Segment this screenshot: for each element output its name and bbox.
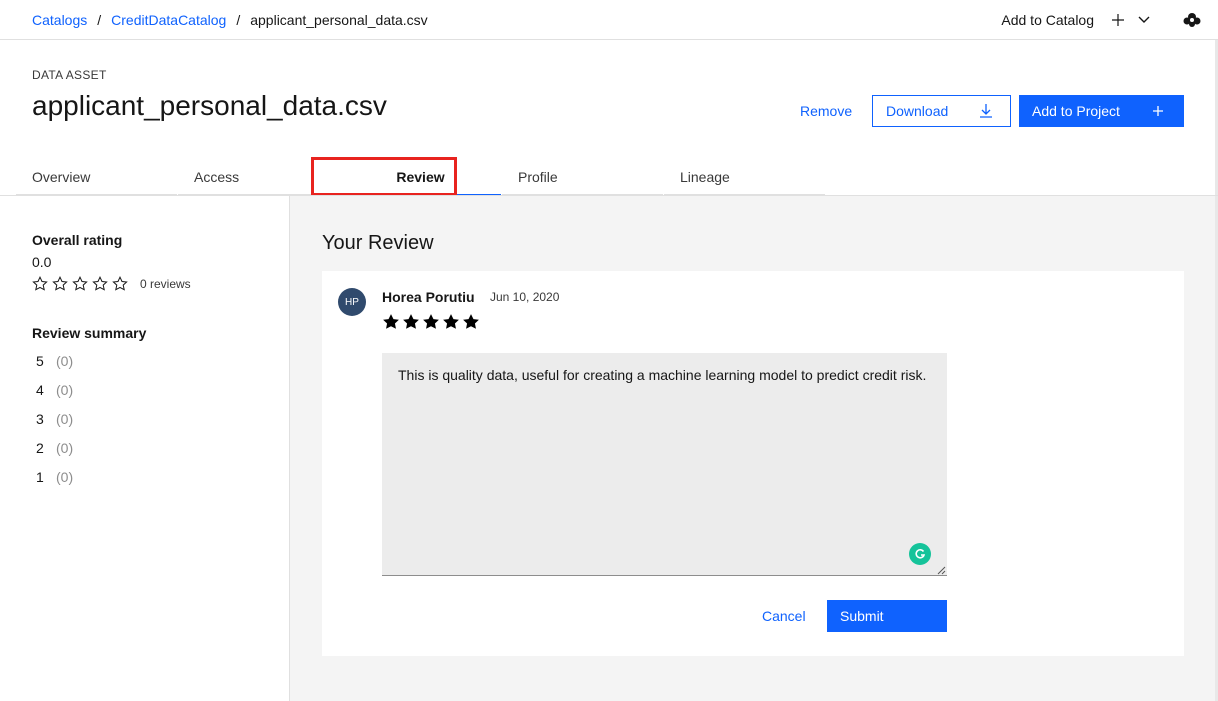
review-star-rating[interactable] — [382, 313, 482, 331]
add-to-project-label: Add to Project — [1032, 103, 1120, 119]
remove-button[interactable]: Remove — [800, 103, 852, 119]
breadcrumb-catalogs[interactable]: Catalogs — [32, 12, 87, 28]
summary-stars: 2 — [36, 440, 44, 456]
download-button-label: Download — [886, 103, 949, 119]
breadcrumb-current: applicant_personal_data.csv — [250, 12, 428, 28]
review-summary-label: Review summary — [32, 325, 147, 341]
download-icon — [980, 104, 992, 118]
summary-row: 3 (0) — [36, 411, 73, 427]
star-outline-icon — [92, 276, 108, 291]
grammarly-icon[interactable] — [909, 543, 931, 565]
star-outline-icon — [32, 276, 48, 291]
review-card: HP Horea Porutiu Jun 10, 2020 This is qu… — [322, 271, 1184, 656]
tab-access[interactable]: Access — [178, 160, 339, 196]
star-outline-icon — [112, 276, 128, 291]
asset-type-label: DATA ASSET — [32, 68, 107, 82]
tab-lineage[interactable]: Lineage — [664, 160, 825, 196]
summary-row: 5 (0) — [36, 353, 73, 369]
plus-icon — [1153, 106, 1163, 116]
breadcrumb: Catalogs / CreditDataCatalog / applicant… — [32, 12, 428, 28]
submit-button[interactable]: Submit — [827, 600, 947, 632]
page-title: applicant_personal_data.csv — [32, 90, 387, 121]
resize-handle-icon[interactable] — [937, 566, 946, 575]
overall-rating-value: 0.0 — [32, 254, 52, 270]
star-outline-icon — [72, 276, 88, 291]
star-filled-icon[interactable] — [462, 313, 480, 331]
rating-sidebar: Overall rating 0.0 0 reviews Review summ… — [0, 196, 290, 701]
cancel-button[interactable]: Cancel — [762, 608, 806, 624]
summary-stars: 4 — [36, 382, 44, 398]
breadcrumb-credit-data-catalog[interactable]: CreditDataCatalog — [111, 12, 226, 28]
chevron-down-icon[interactable] — [1134, 10, 1154, 30]
plus-icon[interactable] — [1108, 10, 1128, 30]
add-to-project-button[interactable]: Add to Project — [1019, 95, 1184, 127]
summary-row: 4 (0) — [36, 382, 73, 398]
add-to-catalog-label[interactable]: Add to Catalog — [1001, 12, 1094, 28]
tab-bar: Overview Access Review Profile Lineage — [16, 160, 826, 196]
summary-count: (0) — [56, 382, 74, 398]
summary-row: 1 (0) — [36, 469, 73, 485]
tab-review[interactable]: Review — [340, 160, 501, 196]
tab-overview[interactable]: Overview — [16, 160, 177, 196]
summary-row: 2 (0) — [36, 440, 73, 456]
summary-stars: 5 — [36, 353, 44, 369]
your-review-heading: Your Review — [322, 232, 434, 254]
reviewer-name: Horea Porutiu — [382, 289, 475, 305]
star-filled-icon[interactable] — [382, 313, 400, 331]
overall-rating-stars: 0 reviews — [32, 276, 191, 292]
star-filled-icon[interactable] — [402, 313, 420, 331]
avatar: HP — [338, 288, 366, 316]
summary-stars: 1 — [36, 469, 44, 485]
summary-count: (0) — [56, 353, 74, 369]
star-outline-icon — [52, 276, 68, 291]
reviews-count: 0 reviews — [140, 277, 191, 291]
review-date: Jun 10, 2020 — [490, 290, 560, 304]
star-filled-icon[interactable] — [442, 313, 460, 331]
tab-profile[interactable]: Profile — [502, 160, 663, 196]
summary-count: (0) — [56, 411, 74, 427]
breadcrumb-separator: / — [97, 12, 102, 28]
review-textarea[interactable]: This is quality data, useful for creatin… — [382, 353, 947, 576]
star-filled-icon[interactable] — [422, 313, 440, 331]
topbar-actions: Add to Catalog — [1001, 0, 1218, 40]
review-panel: Your Review HP Horea Porutiu Jun 10, 202… — [290, 196, 1215, 701]
breadcrumb-separator: / — [236, 12, 241, 28]
cloud-icon[interactable] — [1180, 8, 1204, 32]
summary-count: (0) — [56, 469, 74, 485]
summary-count: (0) — [56, 440, 74, 456]
overall-rating-label: Overall rating — [32, 232, 123, 248]
download-button[interactable]: Download — [872, 95, 1011, 127]
summary-stars: 3 — [36, 411, 44, 427]
top-bar: Catalogs / CreditDataCatalog / applicant… — [0, 0, 1218, 40]
